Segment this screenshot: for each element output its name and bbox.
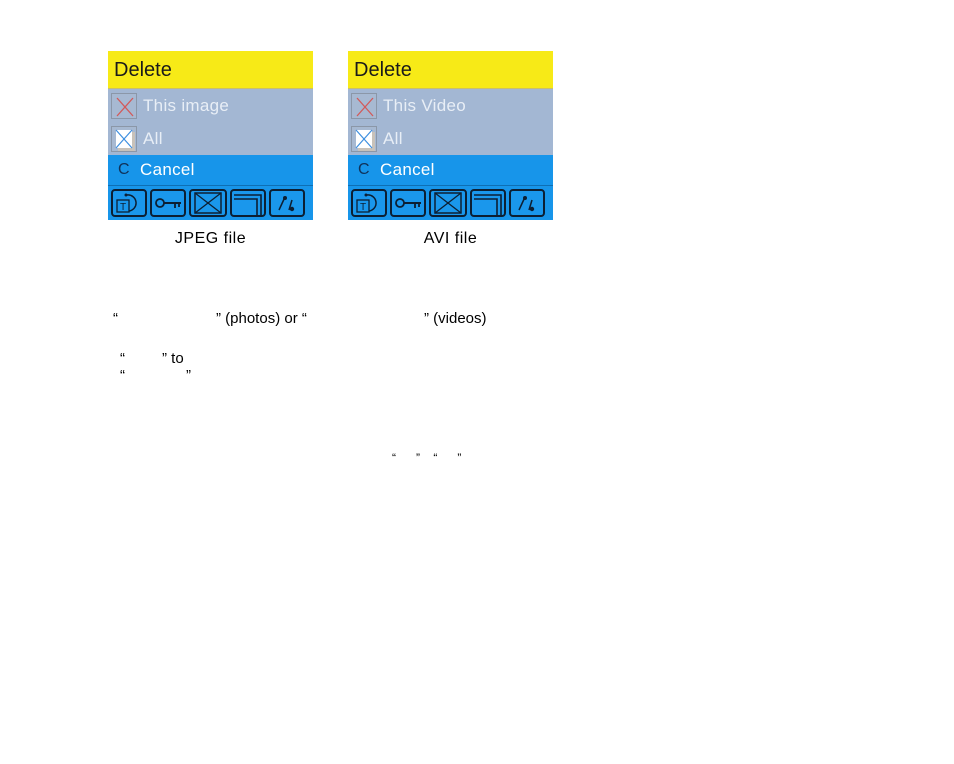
- all-delete-icon: [111, 125, 137, 152]
- option-all[interactable]: All: [108, 122, 313, 155]
- layers-icon[interactable]: [470, 189, 506, 217]
- cancel-key: C: [118, 161, 130, 178]
- option-label: All: [383, 128, 403, 148]
- single-delete-icon: [111, 92, 137, 119]
- cancel-key: C: [358, 161, 370, 178]
- text-rotate-icon[interactable]: T: [111, 189, 147, 217]
- option-label: All: [143, 128, 163, 148]
- menu-header: Delete: [348, 51, 553, 89]
- body-quotes-line: “ ” “ ”: [392, 451, 462, 465]
- key-lock-icon[interactable]: [390, 189, 426, 217]
- delete-menu-panel: Delete This image All C Cancel T: [108, 51, 313, 220]
- svg-text:T: T: [120, 202, 126, 213]
- single-delete-icon: [351, 92, 377, 119]
- body-quote-open: “: [120, 367, 125, 384]
- all-delete-icon: [351, 125, 377, 152]
- option-label: This Video: [383, 95, 467, 115]
- body-text-videos: ” (videos): [424, 310, 487, 327]
- body-quote-open: “: [113, 310, 118, 327]
- edit-pen-icon[interactable]: [509, 189, 545, 217]
- svg-text:T: T: [360, 202, 366, 213]
- option-label: This image: [143, 95, 230, 115]
- option-all[interactable]: All: [348, 122, 553, 155]
- option-cancel[interactable]: C Cancel: [348, 155, 553, 185]
- layers-icon[interactable]: [230, 189, 266, 217]
- option-this-image[interactable]: This image: [108, 89, 313, 122]
- text-rotate-icon[interactable]: T: [351, 189, 387, 217]
- edit-pen-icon[interactable]: [269, 189, 305, 217]
- body-quote-open: “: [120, 350, 125, 367]
- toolbar: T: [348, 185, 553, 220]
- body-text-to: ” to: [162, 350, 184, 367]
- option-this-video[interactable]: This Video: [348, 89, 553, 122]
- body-text-photos-or: ” (photos) or “: [216, 310, 307, 327]
- delete-menu-panel: Delete This Video All C Cancel T: [348, 51, 553, 220]
- key-lock-icon[interactable]: [150, 189, 186, 217]
- delete-box-icon[interactable]: [429, 189, 467, 217]
- delete-menu-avi: Delete This Video All C Cancel T AVI fil…: [348, 51, 553, 248]
- delete-menu-jpeg: Delete This image All C Cancel T JPEG fi…: [108, 51, 313, 248]
- menu-header: Delete: [108, 51, 313, 89]
- cancel-label: Cancel: [140, 160, 195, 179]
- figure-caption: AVI file: [423, 230, 478, 247]
- cancel-label: Cancel: [380, 160, 435, 179]
- body-quote-close: ”: [186, 367, 191, 384]
- delete-box-icon[interactable]: [189, 189, 227, 217]
- toolbar: T: [108, 185, 313, 220]
- option-cancel[interactable]: C Cancel: [108, 155, 313, 185]
- figure-caption: JPEG file: [174, 230, 247, 247]
